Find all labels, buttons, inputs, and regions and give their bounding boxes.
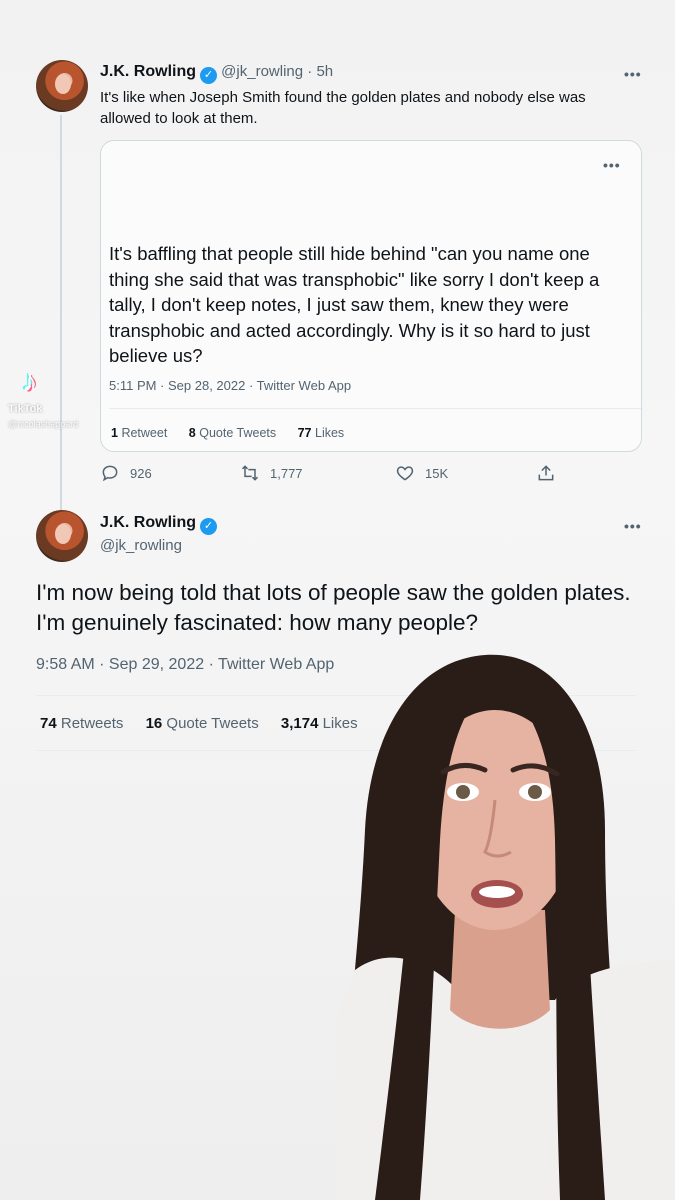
retweet-count-link[interactable]: 1 Retweet [111, 426, 167, 440]
tweet2-meta: 9:58 AM · Sep 29, 2022 · Twitter Web App [36, 656, 335, 673]
share-icon [538, 465, 554, 481]
heart-icon [396, 466, 414, 481]
presenter-video-overlay [335, 640, 675, 1200]
likes-count-link[interactable]: 77 Likes [298, 426, 345, 440]
author-name[interactable]: J.K. Rowling [100, 63, 196, 80]
avatar[interactable] [36, 60, 88, 112]
avatar[interactable] [36, 510, 88, 562]
screen: J.K. Rowling ✓ @jk_rowling · 5h ••• It's … [0, 0, 675, 1200]
quoted-tweet-meta: 5:11 PM · Sep 28, 2022 · Twitter Web App [109, 378, 352, 393]
tiktok-wordmark: TikTok [8, 403, 43, 415]
retweet-count: 1,777 [270, 465, 303, 481]
divider [109, 408, 641, 409]
more-options-icon[interactable]: ••• [624, 66, 642, 82]
quote-tweets-count-link[interactable]: 16 Quote Tweets [146, 715, 259, 732]
quote-tweets-count-link[interactable]: 8 Quote Tweets [189, 426, 276, 440]
more-options-icon[interactable]: ••• [603, 157, 621, 173]
tiktok-username: @nicolasheppard [8, 419, 79, 429]
tweet1-header: J.K. Rowling ✓ @jk_rowling · 5h [100, 63, 333, 84]
author-handle[interactable]: @jk_rowling [221, 63, 303, 80]
tweet2-text: I'm now being told that lots of people s… [36, 580, 631, 635]
separator: · [307, 63, 313, 80]
tiktok-logo-icon: ♪ [22, 365, 37, 398]
tweet1-text: It's like when Joseph Smith found the go… [100, 89, 586, 127]
tweet-actions: 926 1,777 15K [100, 463, 570, 487]
tiktok-watermark: ♪ TikTok @nicolasheppard [6, 365, 96, 435]
thread-line [60, 115, 62, 510]
reply-count: 926 [130, 465, 152, 481]
retweet-icon [241, 465, 259, 481]
quoted-tweet-card[interactable]: ••• It's baffling that people still hide… [100, 140, 642, 452]
reply-button[interactable]: 926 [100, 463, 152, 483]
tweet2-stats: 74 Retweets 16 Quote Tweets 3,174 Likes [40, 715, 376, 732]
tweet-time[interactable]: 5h [316, 63, 333, 80]
retweets-count-link[interactable]: 74 Retweets [40, 715, 123, 732]
presenter-illustration [335, 654, 675, 1200]
quoted-tweet-text: It's baffling that people still hide beh… [109, 243, 600, 366]
verified-badge-icon: ✓ [200, 518, 217, 535]
share-button[interactable] [536, 463, 556, 483]
like-count: 15K [425, 465, 449, 481]
more-options-icon[interactable]: ••• [624, 518, 642, 534]
author-name[interactable]: J.K. Rowling [100, 514, 196, 531]
retweet-button[interactable]: 1,777 [240, 463, 303, 483]
tweet2-header: J.K. Rowling ✓ [100, 514, 217, 535]
author-handle[interactable]: @jk_rowling [100, 537, 182, 554]
quoted-tweet-stats: 1 Retweet 8 Quote Tweets 77 Likes [111, 426, 362, 440]
reply-icon [102, 465, 118, 482]
verified-badge-icon: ✓ [200, 67, 217, 84]
like-button[interactable]: 15K [395, 463, 448, 483]
